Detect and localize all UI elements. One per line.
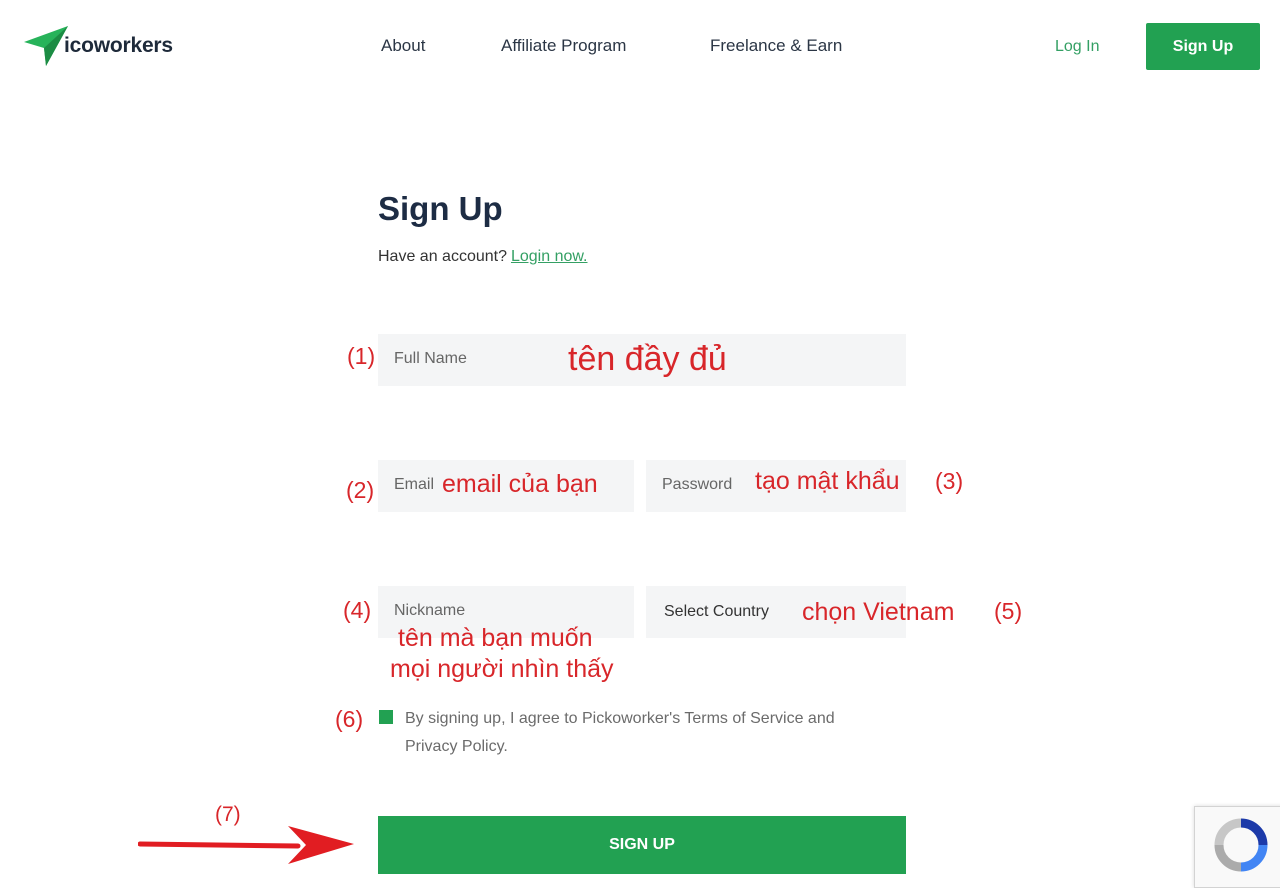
annotation-number-4: (4) [343,597,372,623]
logo[interactable]: icoworkers [24,24,173,68]
country-placeholder: Select Country [664,603,769,620]
arrow-right-icon [138,826,354,864]
annotation-number-3: (3) [935,468,964,494]
annotation-nickname-line2: mọi người nhìn thấy [390,655,614,683]
nav-about[interactable]: About [381,36,425,56]
recaptcha-badge[interactable] [1194,806,1280,888]
page-title: Sign Up [378,190,503,227]
fullname-placeholder: Full Name [394,350,467,367]
email-placeholder: Email [394,476,435,493]
signup-submit-button[interactable]: SIGN UP [378,816,906,874]
annotation-country: chọn Vietnam [802,598,955,626]
logo-text: icoworkers [64,34,173,57]
login-now-link[interactable]: Login now. [511,248,588,265]
recaptcha-icon [1214,818,1268,872]
terms-checkbox[interactable] [379,710,393,724]
login-link[interactable]: Log In [1055,38,1099,56]
terms-text: By signing up, I agree to Pickoworker's … [405,705,905,761]
terms-line-1: By signing up, I agree to Pickoworker's … [405,710,835,727]
nickname-placeholder: Nickname [394,602,466,619]
annotation-number-5: (5) [994,598,1023,624]
signup-header-button[interactable]: Sign Up [1146,23,1260,70]
annotation-number-2: (2) [346,477,375,503]
annotation-number-6: (6) [335,706,364,732]
annotation-fullname: tên đầy đủ [568,340,727,378]
have-account-label: Have an account? [378,248,507,265]
terms-line-2: Privacy Policy. [405,738,508,755]
annotation-nickname-line1: tên mà bạn muốn [398,624,593,652]
nav-freelance-earn[interactable]: Freelance & Earn [710,36,842,56]
nav-affiliate-program[interactable]: Affiliate Program [501,36,626,56]
password-placeholder: Password [662,476,733,493]
have-account-text: Have an account? Login now. [378,248,588,266]
annotation-password: tạo mật khẩu [755,467,900,495]
annotation-email: email của bạn [442,470,598,498]
annotation-number-1: (1) [347,343,376,369]
